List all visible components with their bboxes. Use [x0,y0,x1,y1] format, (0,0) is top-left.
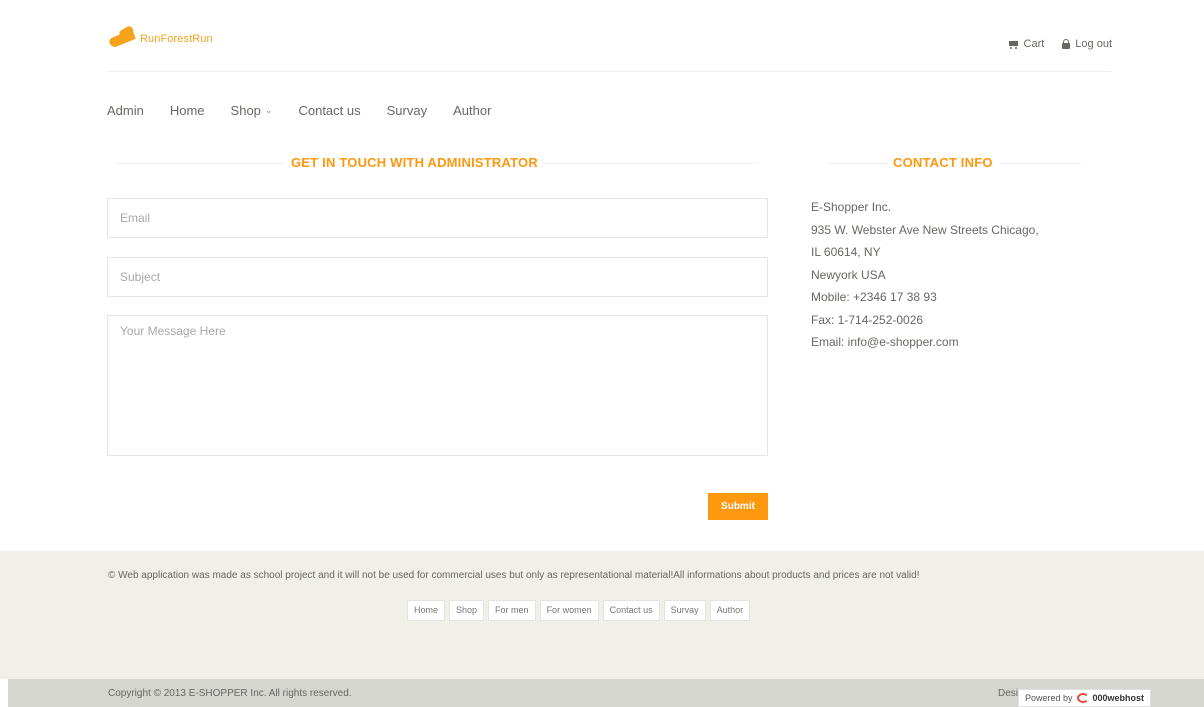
submit-button[interactable]: Submit [708,493,768,520]
logo[interactable]: RunForestRun [107,24,213,50]
powered-by-label: Powered by [1025,693,1073,703]
designed-by: Desi [998,688,1019,699]
chevron-down-icon: ⌄ [264,105,273,115]
logo-shoe-icon [107,24,137,50]
footer-link-for-women[interactable]: For women [539,600,599,621]
subject-field[interactable]: Subject [107,257,768,297]
logout-link[interactable]: Log out [1062,38,1112,50]
contact-email: Email: info@e-shopper.com [811,335,959,349]
logout-label: Log out [1075,38,1112,50]
menu-item-shop[interactable]: Shop ⌄ [231,103,273,118]
form-title: GET IN TOUCH WITH ADMINISTRATOR [285,155,544,170]
footer-link-author[interactable]: Author [709,600,751,621]
menu-item-admin[interactable]: Admin [107,103,144,118]
contact-address-line3: Newyork USA [811,267,886,282]
contact-address-line2: IL 60614, NY [811,245,881,259]
menu-item-contact[interactable]: Contact us [298,103,360,118]
menu-item-survay[interactable]: Survay [387,103,427,118]
footer-nav: Home Shop For men For women Contact us S… [407,600,751,621]
footer-note: © Web application was made as school pro… [108,570,920,581]
copyright: Copyright © 2013 E-SHOPPER Inc. All righ… [108,688,352,699]
account-links: Cart Log out [1008,38,1112,50]
email-field[interactable]: Email [107,198,768,238]
contact-title: CONTACT INFO [887,155,999,170]
message-field[interactable]: Your Message Here [107,315,768,456]
footer-link-shop[interactable]: Shop [449,600,485,621]
footer-link-survay[interactable]: Survay [663,600,706,621]
contact-company: E-Shopper Inc. [811,200,892,214]
powered-by-badge[interactable]: Powered by 000webhost [1018,689,1152,707]
menu-item-home[interactable]: Home [170,103,205,118]
webhost-name: 000webhost [1092,693,1145,703]
contact-address-line1: 935 W. Webster Ave New Streets Chicago, [811,222,1039,237]
contact-fax: Fax: 1-714-252-0026 [811,312,924,327]
contact-info: E-Shopper Inc. 935 W. Webster Ave New St… [811,196,1091,354]
cart-link[interactable]: Cart [1008,38,1045,50]
footer-link-contact[interactable]: Contact us [602,600,660,621]
footer-link-for-men[interactable]: For men [488,600,536,621]
menu-item-shop-label: Shop [230,103,261,118]
menu-item-author[interactable]: Author [453,103,491,118]
logo-text: RunForestRun [140,33,213,45]
main-menu: Admin Home Shop ⌄ Contact us Survay Auth… [107,103,517,118]
header-top: RunForestRun Cart Log out [107,22,1112,72]
form-title-row: GET IN TOUCH WITH ADMINISTRATOR [117,155,758,171]
contact-mobile: Mobile: +2346 17 38 93 [811,290,937,304]
cart-icon [1008,40,1019,49]
webhost-logo-icon [1076,693,1089,703]
contact-title-row: CONTACT INFO [829,155,1081,171]
cart-label: Cart [1023,38,1045,50]
lock-icon [1062,39,1071,49]
footer-link-home[interactable]: Home [407,600,446,621]
